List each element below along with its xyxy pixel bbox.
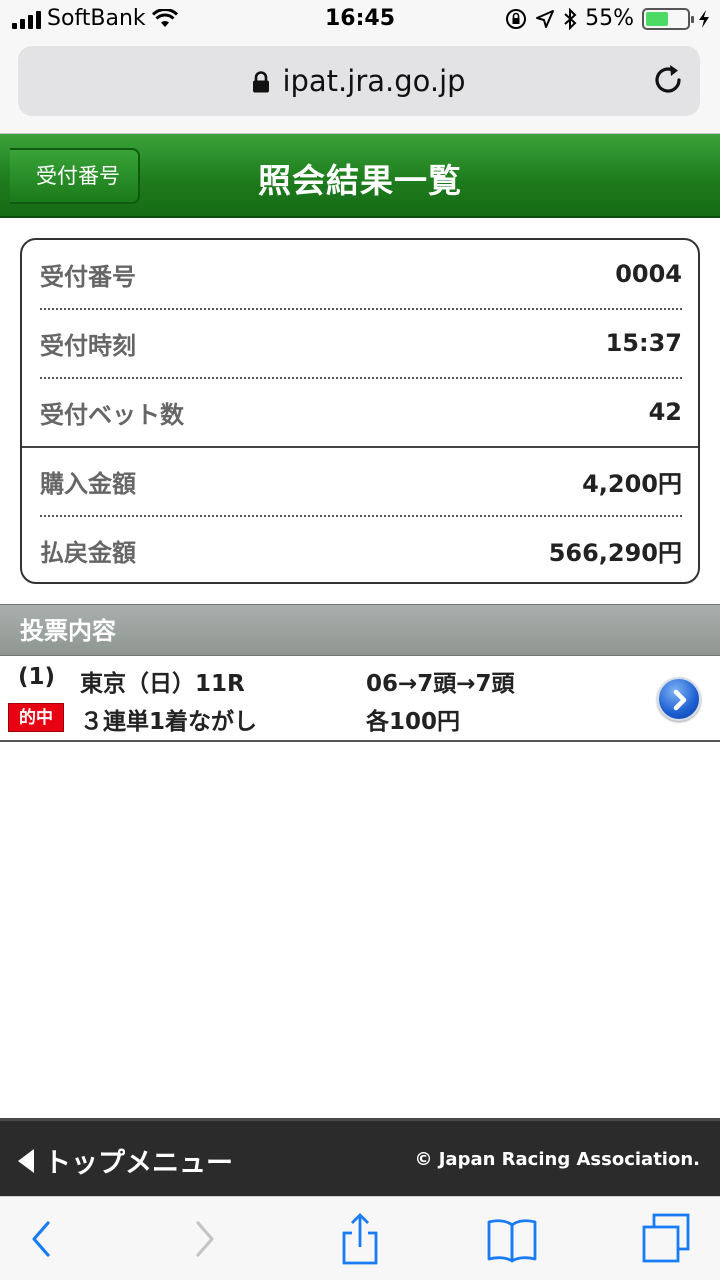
- share-icon[interactable]: [332, 1211, 388, 1267]
- summary-value: 15:37: [605, 329, 682, 357]
- summary-label: 受付ベット数: [40, 400, 184, 429]
- summary-value: 42: [648, 398, 682, 426]
- hit-badge: 的中: [8, 703, 64, 732]
- browser-address-area: ipat.jra.go.jp: [0, 40, 720, 134]
- status-right-group: 55%: [505, 6, 710, 31]
- summary-card: 受付番号 0004 受付時刻 15:37 受付ベット数 42 購入金額 4,20…: [20, 238, 700, 584]
- triangle-left-icon: [18, 1148, 34, 1173]
- footer-bar: トップメニュー © Japan Racing Association.: [0, 1118, 720, 1196]
- location-icon: [536, 9, 555, 28]
- url-text: ipat.jra.go.jp: [282, 64, 466, 98]
- charging-icon: [699, 9, 709, 28]
- top-menu-link[interactable]: トップメニュー: [18, 1141, 233, 1180]
- top-menu-label: トップメニュー: [44, 1148, 233, 1179]
- bluetooth-icon: [564, 7, 577, 30]
- summary-label: 受付時刻: [40, 331, 136, 360]
- summary-row-purchase-amount: 購入金額 4,200円: [40, 447, 682, 515]
- bet-combination: 06→7頭→7頭: [366, 671, 515, 697]
- app-header: 受付番号 照会結果一覧: [0, 134, 720, 218]
- summary-label: 購入金額: [40, 469, 136, 498]
- lock-icon: [253, 71, 270, 93]
- safari-toolbar: [0, 1196, 720, 1280]
- battery-percent: 55%: [585, 6, 634, 31]
- address-bar[interactable]: ipat.jra.go.jp: [18, 46, 700, 116]
- bookmarks-icon[interactable]: [484, 1211, 540, 1267]
- summary-value: 4,200円: [582, 469, 682, 498]
- chevron-right-icon: [673, 689, 687, 711]
- status-bar: SoftBank 16:45 55%: [0, 0, 720, 40]
- summary-value: 0004: [615, 260, 682, 288]
- page-title: 照会結果一覧: [258, 161, 462, 200]
- detail-arrow-button[interactable]: [657, 677, 701, 721]
- summary-label: 受付番号: [40, 262, 136, 291]
- battery-fill: [646, 11, 668, 26]
- summary-row-receipt-time: 受付時刻 15:37: [40, 309, 682, 377]
- summary-row-receipt-number: 受付番号 0004: [40, 240, 682, 308]
- summary-row-payout-amount: 払戻金額 566,290円: [40, 516, 682, 584]
- section-header-bet-contents: 投票内容: [0, 604, 720, 656]
- copyright-text: © Japan Racing Association.: [414, 1149, 700, 1170]
- battery-icon: [642, 7, 694, 30]
- url-display[interactable]: ipat.jra.go.jp: [18, 64, 700, 98]
- summary-label: 払戻金額: [40, 538, 136, 567]
- bet-number: (1): [18, 664, 56, 690]
- tabs-icon[interactable]: [638, 1211, 694, 1267]
- back-nav-icon[interactable]: [14, 1211, 70, 1267]
- bet-race: 東京（日）11R: [80, 671, 245, 697]
- summary-value: 566,290円: [548, 538, 682, 567]
- forward-nav-icon[interactable]: [176, 1211, 232, 1267]
- orientation-lock-icon: [506, 8, 527, 29]
- bet-entry[interactable]: (1) 東京（日）11R 06→7頭→7頭 的中 ３連単1着ながし 各100円: [0, 656, 720, 742]
- summary-row-bet-count: 受付ベット数 42: [40, 378, 682, 446]
- bet-amount: 各100円: [366, 709, 461, 735]
- reload-icon[interactable]: [650, 62, 686, 98]
- bet-type: ３連単1着ながし: [80, 709, 258, 735]
